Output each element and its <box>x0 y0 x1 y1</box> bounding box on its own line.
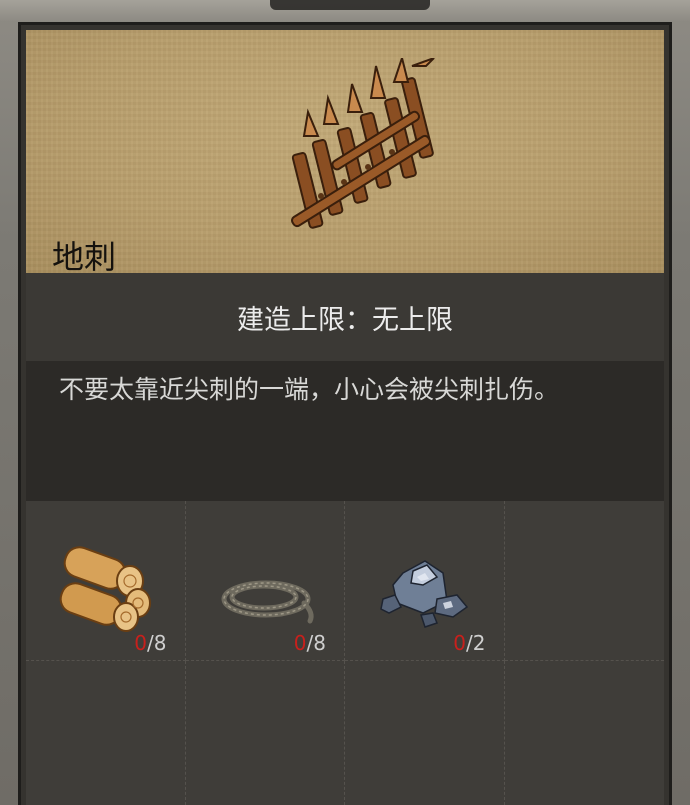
item-name: 地刺 <box>52 238 117 273</box>
materials-grid: 0/8 0/8 0/2 <box>26 501 664 805</box>
item-detail-panel: 地刺 建造上限：无上限 不要太靠近尖刺的一端，小心会被尖刺扎伤。 0/8 0/8… <box>18 22 672 805</box>
material-slot-empty <box>186 661 345 805</box>
material-need: /8 <box>147 631 167 655</box>
material-have: 0 <box>134 631 148 655</box>
wood-logs-icon <box>59 546 151 632</box>
item-preview: 地刺 <box>26 30 664 273</box>
spike-fence-icon <box>291 58 435 229</box>
material-slot-empty <box>505 661 665 805</box>
item-description: 不要太靠近尖刺的一端，小心会被尖刺扎伤。 <box>26 361 664 501</box>
material-slot-empty <box>345 661 505 805</box>
material-count: 0/8 <box>294 631 326 655</box>
build-limit: 建造上限：无上限 <box>26 273 664 361</box>
material-slot-ore[interactable]: 0/2 <box>345 501 505 661</box>
material-have: 0 <box>293 631 307 655</box>
material-count: 0/8 <box>134 631 166 655</box>
material-slot-rope[interactable]: 0/8 <box>185 501 345 661</box>
material-have: 0 <box>453 631 467 655</box>
rope-icon <box>221 580 314 624</box>
material-need: /2 <box>466 631 486 655</box>
material-count: 0/2 <box>453 631 485 655</box>
top-tab-edge <box>270 0 430 10</box>
material-need: /8 <box>306 631 326 655</box>
material-slot-wood[interactable]: 0/8 <box>26 501 186 661</box>
material-slot-empty <box>26 661 186 805</box>
material-slot-empty <box>504 501 664 661</box>
ore-icon <box>380 560 469 628</box>
